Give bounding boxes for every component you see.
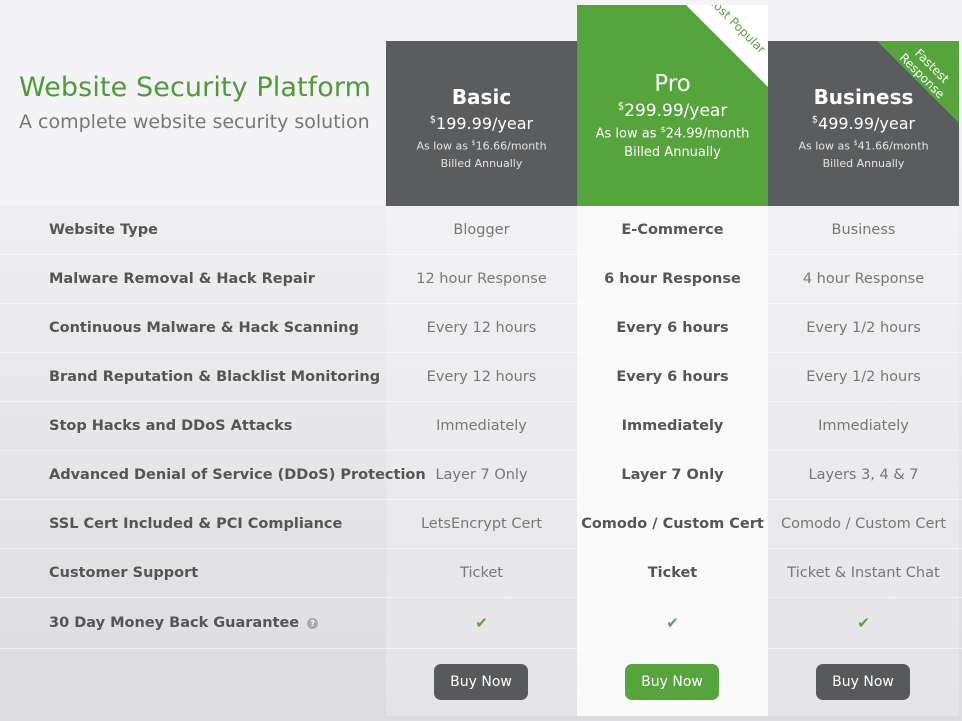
feature-value-basic: Every 12 hours <box>426 320 537 336</box>
check-pro: ✔ <box>577 614 768 632</box>
plan-billing: Billed Annually <box>440 156 523 170</box>
feature-value-business: Layers 3, 4 & 7 <box>808 467 919 483</box>
feature-row: Customer Support Ticket Ticket Ticket & … <box>0 549 962 598</box>
feature-row: Continuous Malware & Hack Scanning Every… <box>0 304 962 353</box>
feature-row: Brand Reputation & Blacklist Monitoring … <box>0 353 962 402</box>
feature-value-pro: Immediately <box>621 418 724 434</box>
plan-name: Basic <box>451 85 512 109</box>
feature-value-pro: Every 6 hours <box>616 369 729 385</box>
checkmark-icon: ✔ <box>857 614 870 632</box>
feature-value-business: 4 hour Response <box>802 271 925 287</box>
feature-row: Malware Removal & Hack Repair 12 hour Re… <box>0 255 962 304</box>
check-business: ✔ <box>768 614 959 632</box>
feature-row: Stop Hacks and DDoS Attacks Immediately … <box>0 402 962 451</box>
feature-value-pro: Ticket <box>647 565 698 581</box>
feature-label: Brand Reputation & Blacklist Monitoring <box>49 369 381 385</box>
feature-label: Customer Support <box>49 565 199 581</box>
feature-value-business: Business <box>831 222 896 238</box>
feature-value-business: Every 1/2 hours <box>806 320 921 336</box>
feature-value-pro: Comodo / Custom Cert <box>581 516 764 532</box>
feature-row: Advanced Denial of Service (DDoS) Protec… <box>0 451 962 500</box>
plan-price: $199.99/year <box>429 114 534 133</box>
feature-row: Website Type Blogger E-Commerce Business <box>0 206 962 255</box>
feature-value-pro: Layer 7 Only <box>621 467 724 483</box>
plan-header-basic: Basic $199.99/year As low as $16.66/mont… <box>386 41 577 206</box>
plan-price: $299.99/year <box>617 101 728 121</box>
plan-billing: Billed Annually <box>624 145 721 161</box>
guarantee-label: 30 Day Money Back Guarantee <box>49 615 300 631</box>
feature-value-pro: E-Commerce <box>621 222 724 238</box>
plan-monthly-price: As low as $41.66/month <box>798 139 929 153</box>
feature-label: SSL Cert Included & PCI Compliance <box>49 516 343 532</box>
feature-value-basic: Immediately <box>436 418 527 434</box>
buy-now-pro-button[interactable]: Buy Now <box>625 664 719 700</box>
buy-now-basic-button[interactable]: Buy Now <box>434 664 528 700</box>
page-title: Website Security Platform <box>19 72 372 103</box>
feature-label: Stop Hacks and DDoS Attacks <box>49 418 293 434</box>
feature-value-business: Comodo / Custom Cert <box>780 516 947 532</box>
plan-billing: Billed Annually <box>822 156 905 170</box>
feature-value-business: Ticket & Instant Chat <box>787 565 940 581</box>
guarantee-row: 30 Day Money Back Guarantee? ✔ ✔ ✔ <box>0 598 962 649</box>
feature-value-business: Immediately <box>818 418 909 434</box>
plan-header-pro: Most Popular Pro $299.99/year As low as … <box>577 5 768 206</box>
feature-label: Website Type <box>49 222 158 238</box>
feature-value-business: Every 1/2 hours <box>806 369 921 385</box>
feature-label: Malware Removal & Hack Repair <box>49 271 315 287</box>
feature-value-basic: Layer 7 Only <box>435 467 528 483</box>
plan-monthly-price: As low as $24.99/month <box>595 125 750 142</box>
check-basic: ✔ <box>386 614 577 632</box>
checkmark-icon: ✔ <box>475 614 488 632</box>
feature-value-basic: LetsEncrypt Cert <box>420 516 543 532</box>
feature-table: Website Type Blogger E-Commerce Business… <box>0 206 962 649</box>
feature-value-pro: 6 hour Response <box>604 271 741 287</box>
feature-value-pro: Every 6 hours <box>616 320 729 336</box>
help-icon[interactable]: ? <box>307 617 319 629</box>
checkmark-icon: ✔ <box>666 614 679 632</box>
page-subtitle: A complete website security solution <box>19 111 370 133</box>
plan-monthly-price: As low as $16.66/month <box>416 139 547 153</box>
buy-now-business-button[interactable]: Buy Now <box>816 664 910 700</box>
feature-value-basic: 12 hour Response <box>416 271 547 287</box>
feature-value-basic: Blogger <box>453 222 510 238</box>
feature-value-basic: Every 12 hours <box>426 369 537 385</box>
feature-label: Advanced Denial of Service (DDoS) Protec… <box>49 467 426 483</box>
plan-header-business: Fastest Response Business $499.99/year A… <box>768 41 959 206</box>
feature-label: Continuous Malware & Hack Scanning <box>49 320 359 336</box>
feature-label: 30 Day Money Back Guarantee? <box>0 615 386 631</box>
feature-row: SSL Cert Included & PCI Compliance LetsE… <box>0 500 962 549</box>
feature-value-basic: Ticket <box>460 565 503 581</box>
